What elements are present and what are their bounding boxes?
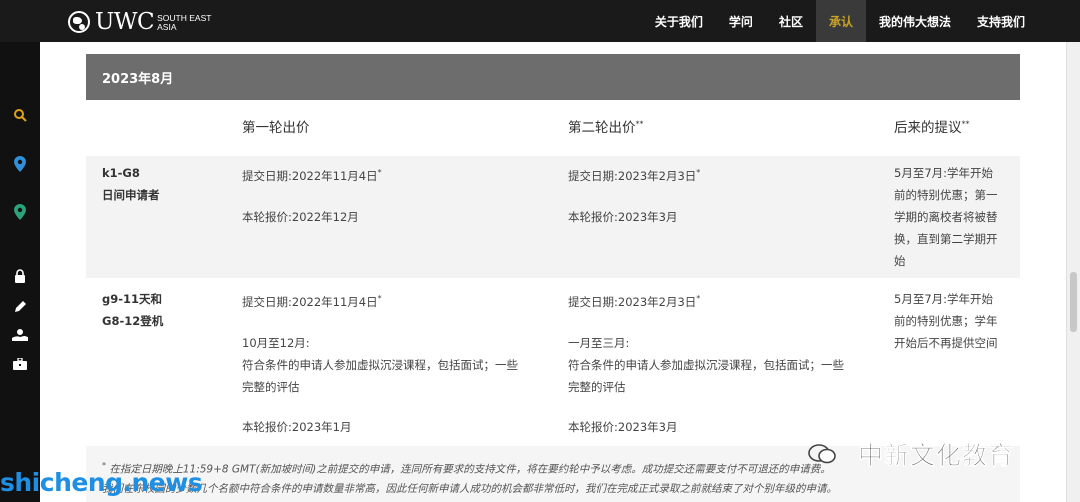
later-offer-text: 5月至7月:学年开始 前的特别优惠；学年 开始后不再提供空间 xyxy=(894,292,998,350)
row-label: g9-11天和 G8-12登机 xyxy=(102,292,164,328)
globe-logo-icon xyxy=(68,11,90,33)
table-header-row: 第一轮出价 第二轮出价** 后来的提议** xyxy=(86,100,1020,156)
lock-icon[interactable] xyxy=(12,268,28,284)
header-round1: 第一轮出价 xyxy=(242,120,310,136)
nav-item-about[interactable]: 关于我们 xyxy=(642,0,716,42)
main-menu: 关于我们 学问 社区 承认 我的伟大想法 支持我们 xyxy=(642,0,1038,42)
later-offer-text: 5月至7月:学年开始 前的特别优惠；第一 学期的离校者将被替 换，直到第二学期开… xyxy=(894,166,998,268)
round2-submit-date: 提交日期:2023年2月3日* xyxy=(568,294,701,309)
wechat-icon xyxy=(808,444,836,464)
nav-item-support-us[interactable]: 支持我们 xyxy=(964,0,1038,42)
wechat-account-watermark: 中新文化教育 xyxy=(858,441,1015,471)
round2-description: 符合条件的申请人参加虚拟沉浸课程，包括面试；一些 完整的评估 xyxy=(568,358,844,394)
footnote-line-2: 我们在东校园的少数几个名额中符合条件的申请数量非常高，因此任何新申请人成功的机会… xyxy=(102,482,837,495)
nav-item-community[interactable]: 社区 xyxy=(766,0,816,42)
page-scrollbar[interactable] xyxy=(1066,42,1080,502)
table-group-title: 2023年8月 xyxy=(86,54,1020,100)
donate-hand-icon[interactable] xyxy=(12,327,28,343)
table-row: k1-G8 日间申请者 提交日期:2022年11月4日* 本轮报价:2022年1… xyxy=(86,156,1020,278)
round2-submit-date: 提交日期:2023年2月3日* xyxy=(568,168,701,183)
round1-description: 符合条件的申请人参加虚拟沉浸课程，包括面试；一些 完整的评估 xyxy=(242,358,518,394)
round2-offer-date: 本轮报价:2023年3月 xyxy=(568,210,678,224)
nav-item-admissions[interactable]: 承认 xyxy=(815,0,866,42)
table-row: g9-11天和 G8-12登机 提交日期:2022年11月4日* 10月至12月… xyxy=(86,278,1020,452)
site-watermark: shicheng.news xyxy=(0,468,203,497)
brand-subtitle: SOUTH EAST ASIA xyxy=(157,12,212,32)
uwc-logo[interactable]: UWC SOUTH EAST ASIA xyxy=(68,8,211,36)
location-icon[interactable] xyxy=(12,204,28,220)
left-sidebar xyxy=(0,42,40,502)
header-round2: 第二轮出价** xyxy=(568,119,644,137)
round1-offer-date: 本轮报价:2022年12月 xyxy=(242,210,359,224)
row-label: k1-G8 日间申请者 xyxy=(102,166,160,202)
header-later-offers: 后来的提议** xyxy=(894,119,970,137)
admissions-timeline-table: 2023年8月 第一轮出价 第二轮出价** 后来的提议** k1-G8 日间申请… xyxy=(86,54,1020,452)
pencil-icon[interactable] xyxy=(12,299,28,315)
round1-period: 10月至12月: xyxy=(242,336,310,350)
round2-period: 一月至三月: xyxy=(568,336,630,350)
briefcase-icon[interactable] xyxy=(12,356,28,372)
round2-offer-date: 本轮报价:2023年3月 xyxy=(568,420,678,434)
round1-submit-date: 提交日期:2022年11月4日* xyxy=(242,168,382,183)
brand-name: UWC xyxy=(95,8,155,35)
map-pin-icon[interactable] xyxy=(12,156,28,172)
round1-offer-date: 本轮报价:2023年1月 xyxy=(242,420,352,434)
nav-item-big-ideas[interactable]: 我的伟大想法 xyxy=(866,0,964,42)
top-navigation-bar: UWC SOUTH EAST ASIA 关于我们 学问 社区 承认 我的伟大想法… xyxy=(0,0,1080,42)
round1-submit-date: 提交日期:2022年11月4日* xyxy=(242,294,382,309)
nav-item-learning[interactable]: 学问 xyxy=(716,0,766,42)
search-icon[interactable] xyxy=(12,107,28,123)
scrollbar-thumb[interactable] xyxy=(1070,272,1077,332)
